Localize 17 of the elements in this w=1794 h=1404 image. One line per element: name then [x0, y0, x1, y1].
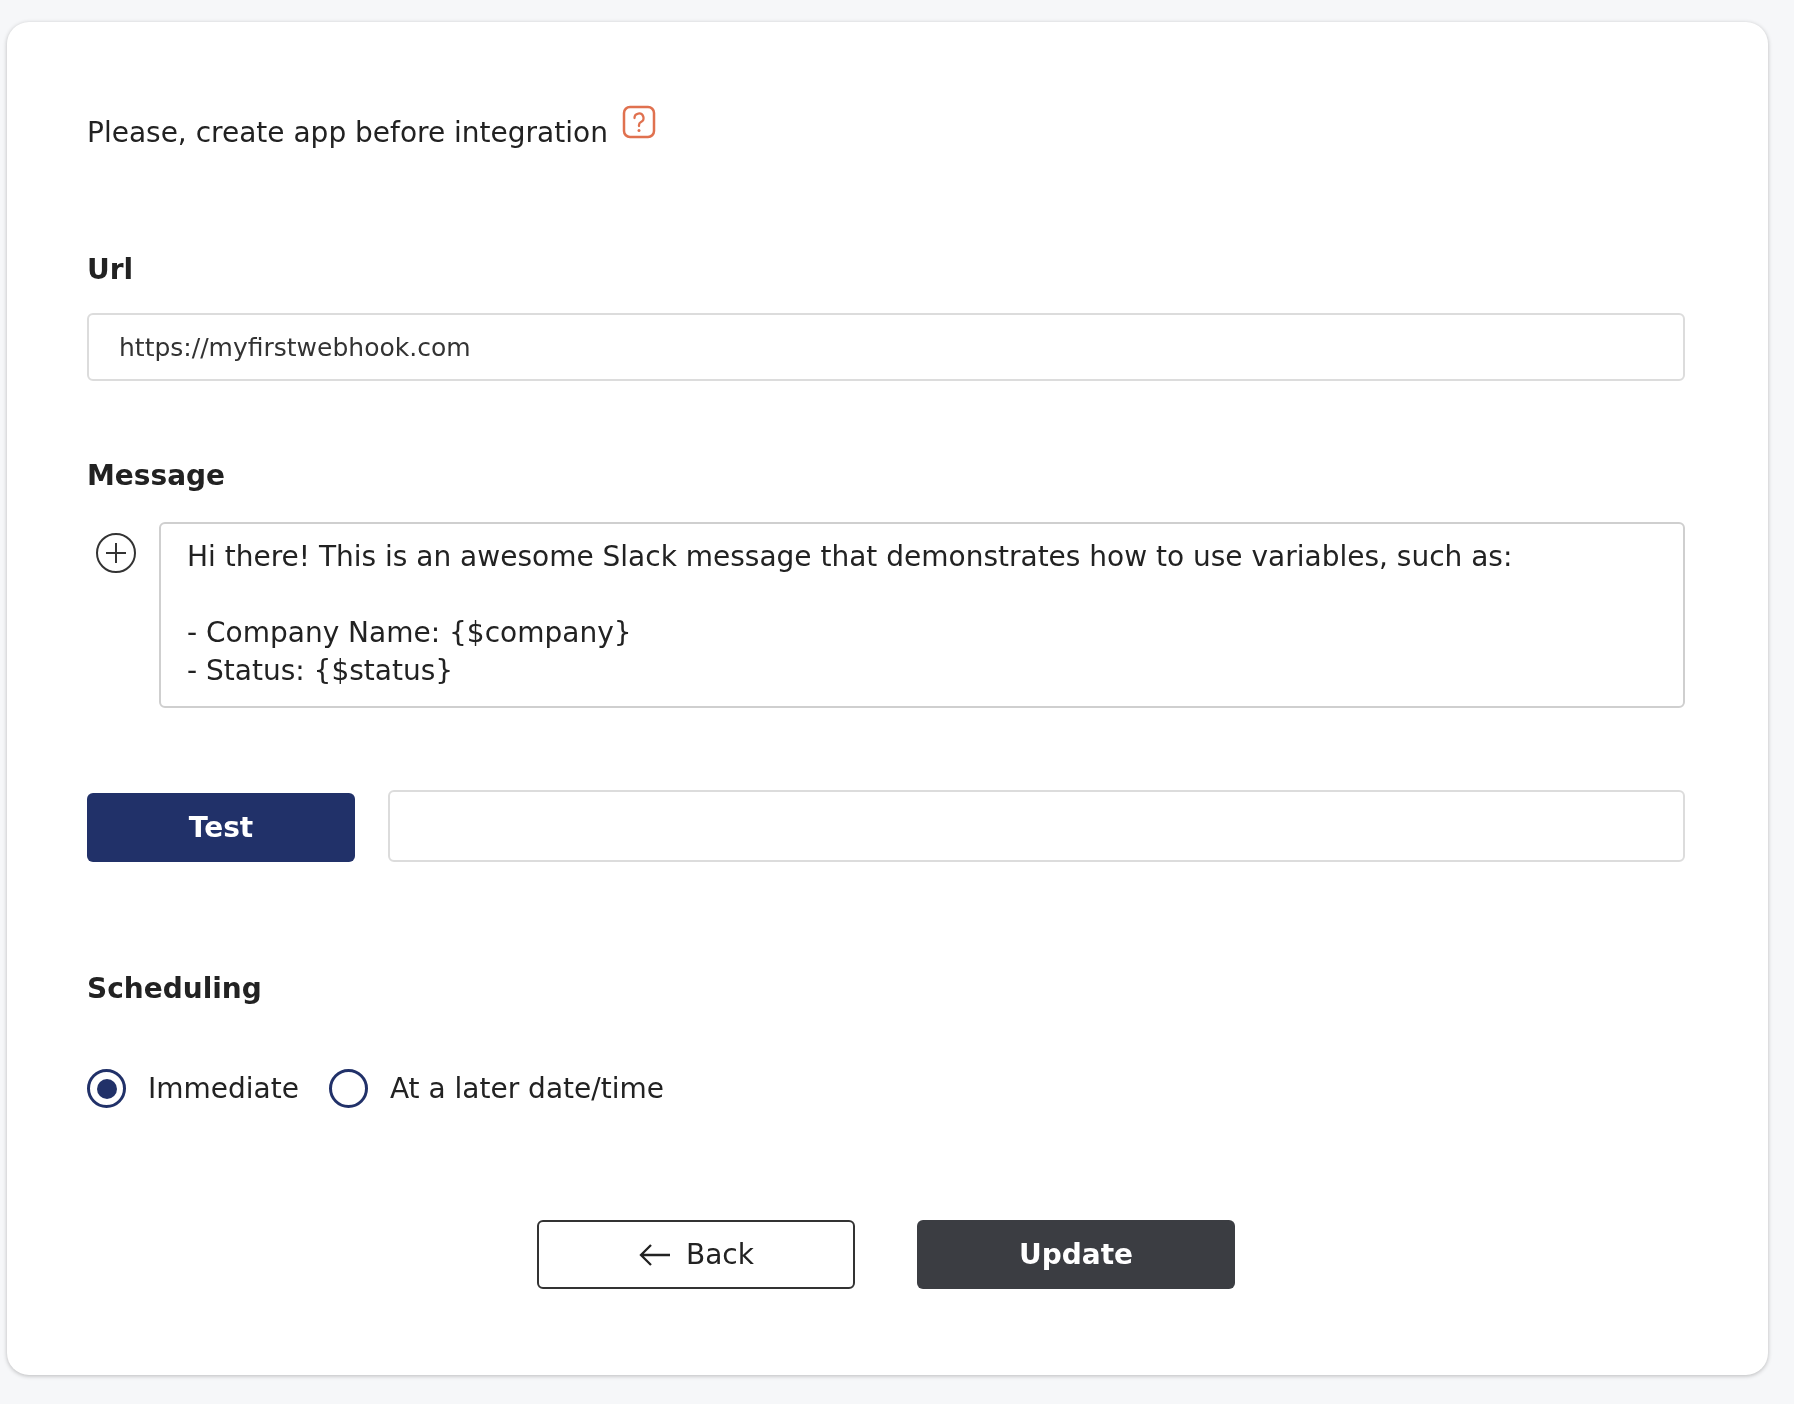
intro-text: Please, create app before integration	[87, 116, 608, 149]
url-field[interactable]: https://myfirstwebhook.com	[87, 313, 1685, 381]
radio-label[interactable]: At a later date/time	[389, 1072, 664, 1105]
radio-label[interactable]: Immediate	[148, 1072, 299, 1105]
message-label: Message	[87, 459, 227, 492]
url-label: Url	[87, 253, 135, 286]
back-button[interactable]: Back	[537, 1220, 855, 1289]
test-button[interactable]: Test	[87, 793, 355, 862]
arrow-left-icon	[638, 1242, 672, 1267]
add-icon[interactable]	[95, 532, 137, 574]
help-icon[interactable]	[621, 105, 656, 139]
update-button[interactable]: Update	[917, 1220, 1235, 1289]
message-field[interactable]: Hi there! This is an awesome Slack message that demonstrates how to use variables, such as: - Company Name: {$company} - Status: {$status}	[159, 522, 1685, 708]
radio-button[interactable]	[328, 1069, 368, 1108]
radio-button[interactable]	[87, 1069, 126, 1108]
test-result-field[interactable]	[388, 790, 1685, 862]
scheduling-label: Scheduling	[87, 972, 263, 1005]
